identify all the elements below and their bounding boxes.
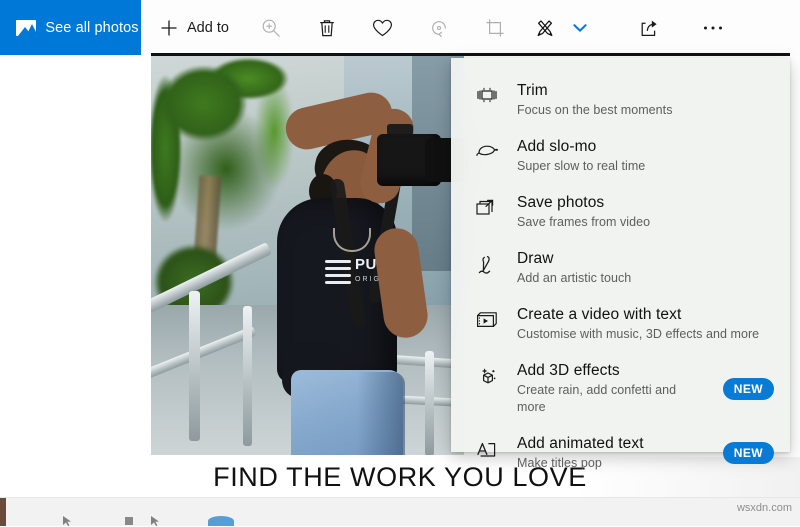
bottom-toolbar-edge bbox=[0, 498, 6, 526]
see-all-photos-button[interactable]: See all photos bbox=[0, 0, 141, 55]
magnifier-plus-icon bbox=[262, 19, 280, 37]
menu-item-title: Add 3D effects bbox=[517, 362, 620, 379]
photo-shirt-logo-bar bbox=[325, 260, 351, 263]
delete-button[interactable] bbox=[299, 0, 355, 55]
add-to-button[interactable]: Add to bbox=[141, 0, 243, 55]
status-badge-new: NEW bbox=[722, 377, 774, 400]
chevron-down-icon bbox=[573, 23, 587, 32]
animated-text-icon bbox=[473, 434, 501, 459]
crop-icon bbox=[486, 18, 504, 37]
see-all-photos-label: See all photos bbox=[45, 19, 139, 36]
menu-item-title: Save photos bbox=[517, 194, 605, 211]
menu-item-text: Create a video with text Customise with … bbox=[517, 305, 774, 343]
photo-viewer-image[interactable]: PU ORIGINAL bbox=[151, 56, 464, 455]
photo-shirt-logo-bar bbox=[325, 281, 351, 284]
menu-item-add-animated-text[interactable]: Add animated text Make titles pop NEW bbox=[451, 425, 790, 481]
photo-shirt-logo-text: PU bbox=[355, 256, 377, 273]
edit-create-chevron[interactable] bbox=[567, 0, 593, 55]
trash-icon bbox=[320, 19, 334, 36]
menu-item-subtitle: Create rain, add confetti and more bbox=[517, 383, 677, 414]
menu-item-subtitle: Focus on the best moments bbox=[517, 103, 673, 117]
menu-item-subtitle: Add an artistic touch bbox=[517, 271, 632, 285]
folder-icon[interactable] bbox=[124, 515, 134, 527]
plus-icon bbox=[161, 20, 177, 35]
cursor-icon[interactable] bbox=[150, 515, 162, 527]
menu-item-create-video-with-text[interactable]: Create a video with text Customise with … bbox=[451, 296, 790, 352]
watermark-text: wsxdn.com bbox=[736, 502, 792, 514]
edit-create-button[interactable] bbox=[523, 0, 567, 55]
menu-item-add-3d-effects[interactable]: Add 3D effects Create rain, add confetti… bbox=[451, 352, 790, 425]
video-text-icon bbox=[473, 305, 501, 330]
menu-item-draw[interactable]: Draw Add an artistic touch bbox=[451, 240, 790, 296]
menu-item-text: Add animated text Make titles pop bbox=[517, 434, 699, 472]
menu-item-subtitle: Make titles pop bbox=[517, 456, 602, 470]
menu-item-title: Add slo-mo bbox=[517, 138, 597, 155]
menu-item-save-photos[interactable]: Save photos Save frames from video bbox=[451, 184, 790, 240]
status-badge-new: NEW bbox=[722, 442, 774, 464]
ellipsis-icon bbox=[703, 26, 722, 29]
edit-create-icon bbox=[537, 19, 553, 36]
menu-item-add-slo-mo[interactable]: Add slo-mo Super slow to real time bbox=[451, 128, 790, 184]
share-icon bbox=[641, 20, 657, 36]
add-to-label: Add to bbox=[187, 19, 229, 36]
menu-item-title: Add animated text bbox=[517, 435, 644, 452]
menu-item-subtitle: Customise with music, 3D effects and mor… bbox=[517, 327, 760, 341]
menu-item-text: Add 3D effects Create rain, add confetti… bbox=[517, 361, 699, 416]
photo-subject-photographer: PU ORIGINAL bbox=[229, 78, 464, 455]
save-photos-icon bbox=[473, 193, 501, 218]
photos-library-icon bbox=[16, 19, 37, 36]
pen-icon bbox=[473, 249, 501, 276]
edit-create-flyout-menu: Trim Focus on the best moments Add slo-m… bbox=[451, 58, 790, 470]
rotate-icon bbox=[432, 20, 446, 37]
menu-item-text: Trim Focus on the best moments bbox=[517, 81, 774, 119]
heart-icon bbox=[373, 19, 393, 36]
turtle-icon bbox=[473, 137, 501, 158]
command-bar-underline bbox=[151, 53, 790, 56]
command-bar: See all photos Add to bbox=[0, 0, 800, 55]
menu-item-title: Trim bbox=[517, 82, 548, 99]
menu-item-text: Add slo-mo Super slow to real time bbox=[517, 137, 774, 175]
favorite-button[interactable] bbox=[355, 0, 411, 55]
zoom-in-button[interactable] bbox=[243, 0, 299, 55]
rotate-button[interactable] bbox=[411, 0, 467, 55]
menu-item-text: Save photos Save frames from video bbox=[517, 193, 774, 231]
photo-subject-shorts-shadow bbox=[357, 372, 405, 455]
photos-app-window: PU ORIGINAL FIND THE WORK YOU LOVE ws bbox=[0, 0, 800, 526]
cursor-icon[interactable] bbox=[62, 515, 74, 527]
photo-shirt-logo-bar bbox=[325, 274, 351, 277]
menu-item-title: Draw bbox=[517, 250, 554, 267]
cube-sparkle-icon bbox=[473, 361, 501, 388]
menu-item-trim[interactable]: Trim Focus on the best moments bbox=[451, 72, 790, 128]
menu-item-subtitle: Super slow to real time bbox=[517, 159, 646, 173]
photo-shirt-logo-bar bbox=[325, 267, 351, 270]
menu-item-subtitle: Save frames from video bbox=[517, 215, 651, 229]
share-button[interactable] bbox=[621, 0, 677, 55]
edit-and-create-group bbox=[523, 0, 593, 55]
more-options-button[interactable] bbox=[685, 0, 741, 55]
crop-button[interactable] bbox=[467, 0, 523, 55]
trim-icon bbox=[473, 81, 501, 104]
bottom-toolbar: wsxdn.com bbox=[0, 497, 800, 526]
menu-item-title: Create a video with text bbox=[517, 306, 682, 323]
photo-railing-post bbox=[189, 291, 200, 441]
menu-item-text: Draw Add an artistic touch bbox=[517, 249, 774, 287]
